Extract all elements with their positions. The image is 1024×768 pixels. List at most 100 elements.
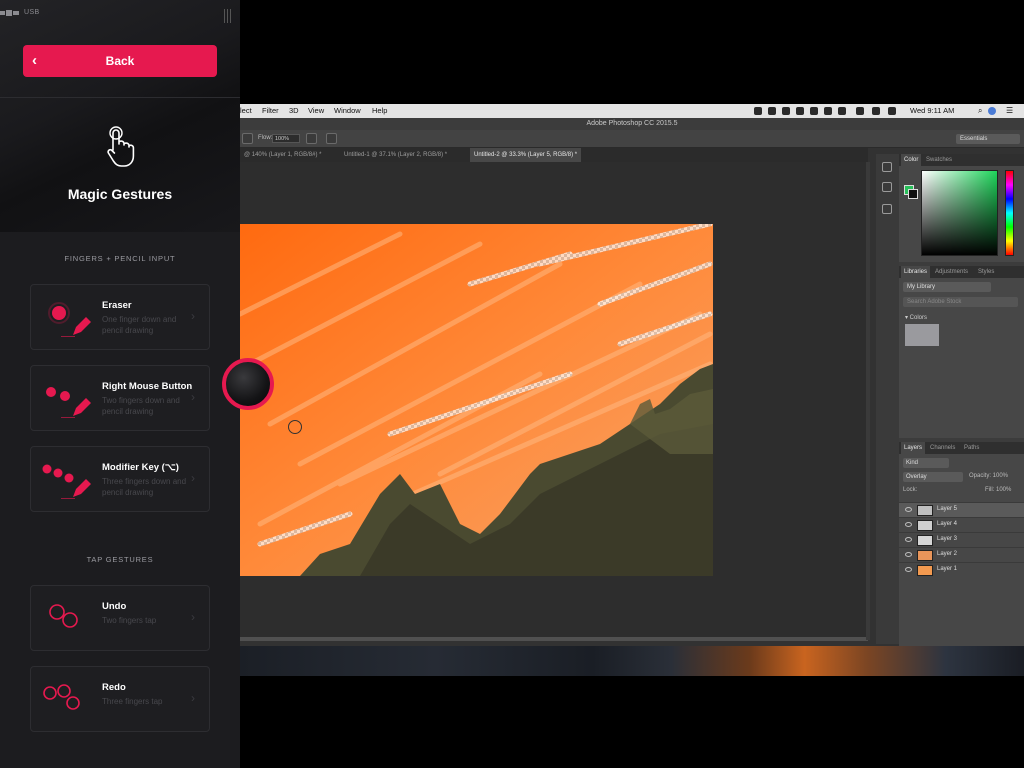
layer-name: Layer 5 <box>937 506 958 512</box>
layer-thumbnail <box>917 505 933 516</box>
tab-styles[interactable]: Styles <box>975 266 997 278</box>
opacity-field[interactable]: Opacity: 100% <box>969 473 1008 479</box>
tab-swatches[interactable]: Swatches <box>923 154 955 166</box>
wifi-icon[interactable] <box>856 107 864 115</box>
tab-libraries[interactable]: Libraries <box>901 266 931 278</box>
color-picker-field[interactable] <box>921 170 998 256</box>
battery-icon[interactable] <box>838 107 846 115</box>
eye-icon[interactable] <box>905 522 912 527</box>
status-icon[interactable] <box>768 107 776 115</box>
pointing-hand-icon <box>107 126 135 167</box>
chevron-right-icon: › <box>191 309 195 323</box>
layer-filter-kind[interactable]: Kind <box>903 458 949 468</box>
gesture-description: Three fingers down and pencil drawing <box>102 477 187 497</box>
tab-channels[interactable]: Channels <box>927 442 958 454</box>
notification-center-icon[interactable]: ☰ <box>1006 106 1013 115</box>
library-color-swatch[interactable] <box>905 324 939 346</box>
lock-label: Lock: <box>903 487 918 493</box>
library-select[interactable]: My Library <box>903 282 991 292</box>
eye-icon[interactable] <box>905 507 912 512</box>
blend-mode-select[interactable]: Overlay <box>903 472 963 482</box>
background-color-swatch[interactable] <box>908 189 918 199</box>
gesture-title: Modifier Key (⌥) <box>102 462 179 473</box>
photoshop-window: lect Filter 3D View Window Help Wed 9:11… <box>240 104 1024 646</box>
airbrush-icon[interactable] <box>306 133 317 144</box>
tab-color[interactable]: Color <box>901 154 922 166</box>
layer-row[interactable]: Layer 1 <box>899 562 1024 577</box>
eye-icon[interactable] <box>905 552 912 557</box>
fill-field[interactable]: Fill: 100% <box>985 487 1011 493</box>
menu-clock[interactable]: Wed 9:11 AM <box>910 106 954 115</box>
workspace-select[interactable]: Essentials <box>956 134 1020 144</box>
back-button[interactable]: ‹ Back <box>23 45 217 77</box>
hue-slider[interactable] <box>1005 170 1014 256</box>
library-colors-label[interactable]: ▾ Colors <box>905 314 927 321</box>
chevron-right-icon: › <box>191 390 195 404</box>
menu-3d[interactable]: 3D <box>289 106 299 115</box>
siri-icon[interactable] <box>988 107 996 115</box>
volume-icon[interactable] <box>810 107 818 115</box>
layer-name: Layer 3 <box>937 536 958 542</box>
chevron-right-icon: › <box>191 691 195 705</box>
panel-title: Magic Gestures <box>67 186 173 202</box>
canvas-artwork[interactable] <box>240 224 713 576</box>
two-fingers-pencil-icon <box>46 387 91 418</box>
doc-tab[interactable]: @ 140% (Layer 1, RGB/8#) * <box>240 148 325 162</box>
airplay-icon[interactable] <box>872 107 880 115</box>
eye-icon[interactable] <box>905 537 912 542</box>
mac-menu-bar: lect Filter 3D View Window Help Wed 9:11… <box>240 104 1024 118</box>
layer-row[interactable]: Layer 5 <box>899 502 1024 517</box>
layer-thumbnail <box>917 550 933 561</box>
chevron-left-icon: ‹ <box>32 52 37 69</box>
menu-filter[interactable]: Filter <box>262 106 279 115</box>
brush-presets-icon[interactable] <box>882 204 892 214</box>
tab-paths[interactable]: Paths <box>961 442 982 454</box>
divider <box>0 97 240 98</box>
pressure-icon[interactable] <box>326 133 337 144</box>
gesture-description: Two fingers down and pencil drawing <box>102 396 180 416</box>
horizontal-scrollbar[interactable] <box>240 637 868 641</box>
status-icon[interactable] <box>796 107 804 115</box>
menu-select[interactable]: lect <box>240 106 252 115</box>
spotlight-icon[interactable]: ⌕ <box>978 106 982 116</box>
drawer-grip-icon[interactable] <box>222 9 234 23</box>
usb-connection-icon <box>0 10 20 16</box>
doc-tab-active[interactable]: Untitled-2 @ 33.3% (Layer 5, RGB/8) * <box>470 148 582 162</box>
layer-row[interactable]: Layer 2 <box>899 547 1024 562</box>
properties-icon[interactable] <box>882 182 892 192</box>
flow-field[interactable]: 100% <box>272 134 300 143</box>
layer-thumbnail <box>917 520 933 531</box>
menu-help[interactable]: Help <box>372 106 387 115</box>
document-tabs: @ 140% (Layer 1, RGB/8#) * Untitled-1 @ … <box>240 148 868 162</box>
gesture-card-modifier-key[interactable]: Modifier Key (⌥) Three fingers down and … <box>30 446 210 512</box>
gesture-description: One finger down and pencil drawing <box>102 315 177 335</box>
menu-view[interactable]: View <box>308 106 324 115</box>
canvas-area[interactable] <box>240 162 868 641</box>
gesture-card-undo[interactable]: Undo Two fingers tap › <box>30 585 210 651</box>
layer-name: Layer 2 <box>937 551 958 557</box>
section-label-fingers-pencil: FINGERS + PENCIL INPUT <box>64 254 176 263</box>
menu-window[interactable]: Window <box>334 106 361 115</box>
gesture-card-redo[interactable]: Redo Three fingers tap › <box>30 666 210 732</box>
right-panels: Color Swatches Libraries Adjustments Sty… <box>899 154 1024 646</box>
magic-gestures-drawer: USB ‹ Back Magic Gestures FINGERS + PENC… <box>0 0 240 768</box>
bluetooth-icon[interactable] <box>824 107 832 115</box>
status-icon[interactable] <box>754 107 762 115</box>
layer-row[interactable]: Layer 4 <box>899 517 1024 532</box>
vertical-scrollbar[interactable] <box>866 162 870 640</box>
brush-cursor <box>288 420 302 434</box>
doc-tab[interactable]: Untitled-1 @ 37.1% (Layer 2, RGB/8) * <box>340 148 451 162</box>
eye-icon[interactable] <box>905 567 912 572</box>
gesture-card-right-mouse-button[interactable]: Right Mouse Button Two fingers down and … <box>30 365 210 431</box>
gesture-card-eraser[interactable]: Eraser One finger down and pencil drawin… <box>30 284 210 350</box>
layer-name: Layer 4 <box>937 521 958 527</box>
history-icon[interactable] <box>882 162 892 172</box>
status-icon[interactable] <box>782 107 790 115</box>
gesture-title: Undo <box>102 601 127 612</box>
layer-row[interactable]: Layer 3 <box>899 532 1024 547</box>
airbrush-toggle-icon[interactable] <box>242 133 253 144</box>
flag-icon[interactable] <box>888 107 896 115</box>
stock-search-input[interactable]: Search Adobe Stock <box>903 297 1018 307</box>
tab-adjustments[interactable]: Adjustments <box>932 266 971 278</box>
tab-layers[interactable]: Layers <box>901 442 926 454</box>
